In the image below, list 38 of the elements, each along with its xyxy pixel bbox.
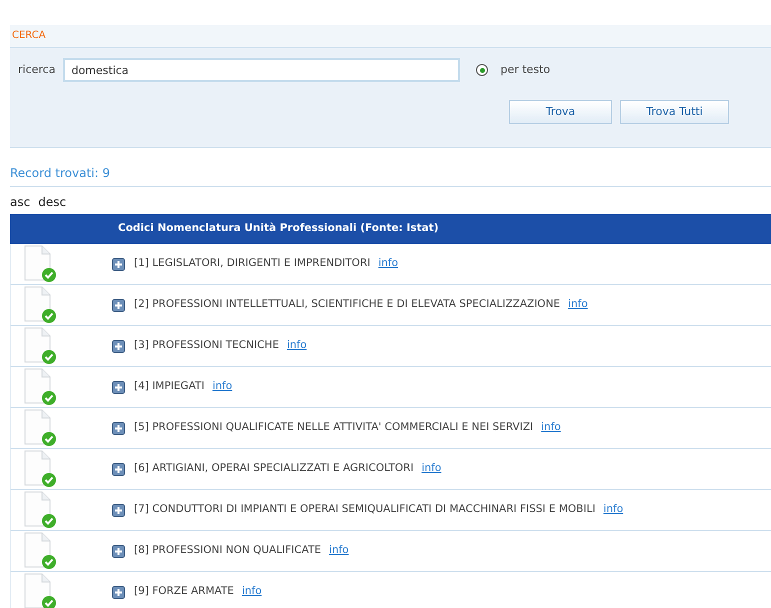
expand-icon[interactable] (112, 340, 125, 352)
category-label: [3] PROFESSIONI TECNICHE (134, 338, 279, 354)
info-link[interactable]: info (212, 379, 232, 395)
info-link[interactable]: info (329, 543, 349, 559)
find-button[interactable]: Trova (509, 100, 612, 124)
category-label: [7] CONDUTTORI DI IMPIANTI E OPERAI SEMIQUALIFICATI DI MACCHINARI FISSI E MOBILI (134, 502, 596, 518)
category-label: [2] PROFESSIONI INTELLETTUALI, SCIENTIFICHE E DI ELEVATA SPECIALIZZAZIONE (134, 297, 560, 312)
info-link[interactable]: info (378, 256, 398, 272)
sort-link[interactable]: desc (38, 193, 66, 211)
expand-icon[interactable] (112, 258, 125, 270)
expand-icon[interactable] (112, 380, 125, 394)
find-all-button[interactable]: Trova Tutti (620, 100, 729, 124)
field-label: ricerca (18, 62, 56, 78)
result-count: Record trovati: 9 (10, 148, 771, 187)
search-field[interactable]: domestica (63, 58, 460, 82)
info-link[interactable]: info (541, 420, 561, 436)
info-link[interactable]: info (242, 584, 262, 600)
info-link[interactable]: info (568, 297, 588, 313)
info-link[interactable]: info (603, 502, 624, 518)
expand-icon[interactable] (112, 504, 125, 516)
sort-link[interactable]: asc (10, 193, 30, 211)
info-link[interactable]: info (286, 338, 307, 354)
panel-title: CERCA (11, 29, 47, 43)
expand-icon[interactable] (112, 422, 125, 434)
category-label: [9] FORZE ARMATE (134, 584, 234, 600)
category-label: [6] ARTIGIANI, OPERAI SPECIALIZZATI E AGRICOLTORI (134, 461, 414, 476)
expand-icon[interactable] (112, 586, 125, 598)
category-label: [5] PROFESSIONI QUALIFICATE NELLE ATTIVITA' COMMERCIALI E NEI SERVIZI (134, 420, 534, 436)
expand-icon[interactable] (112, 544, 125, 558)
info-link[interactable]: info (422, 461, 442, 477)
category-label: [1] LEGISLATORI, DIRIGENTI E IMPRENDITORI (134, 256, 370, 272)
table-header: Codici Nomenclatura Unità Professionali (Fonte: Istat) (10, 214, 771, 244)
expand-icon[interactable] (112, 462, 125, 476)
category-label: [8] PROFESSIONI NON QUALIFICATE (134, 543, 322, 558)
category-label: [4] IMPIEGATI (134, 379, 204, 394)
expand-icon[interactable] (112, 298, 125, 312)
radio-label: per testo (500, 62, 550, 78)
radio-button[interactable] (476, 64, 488, 76)
